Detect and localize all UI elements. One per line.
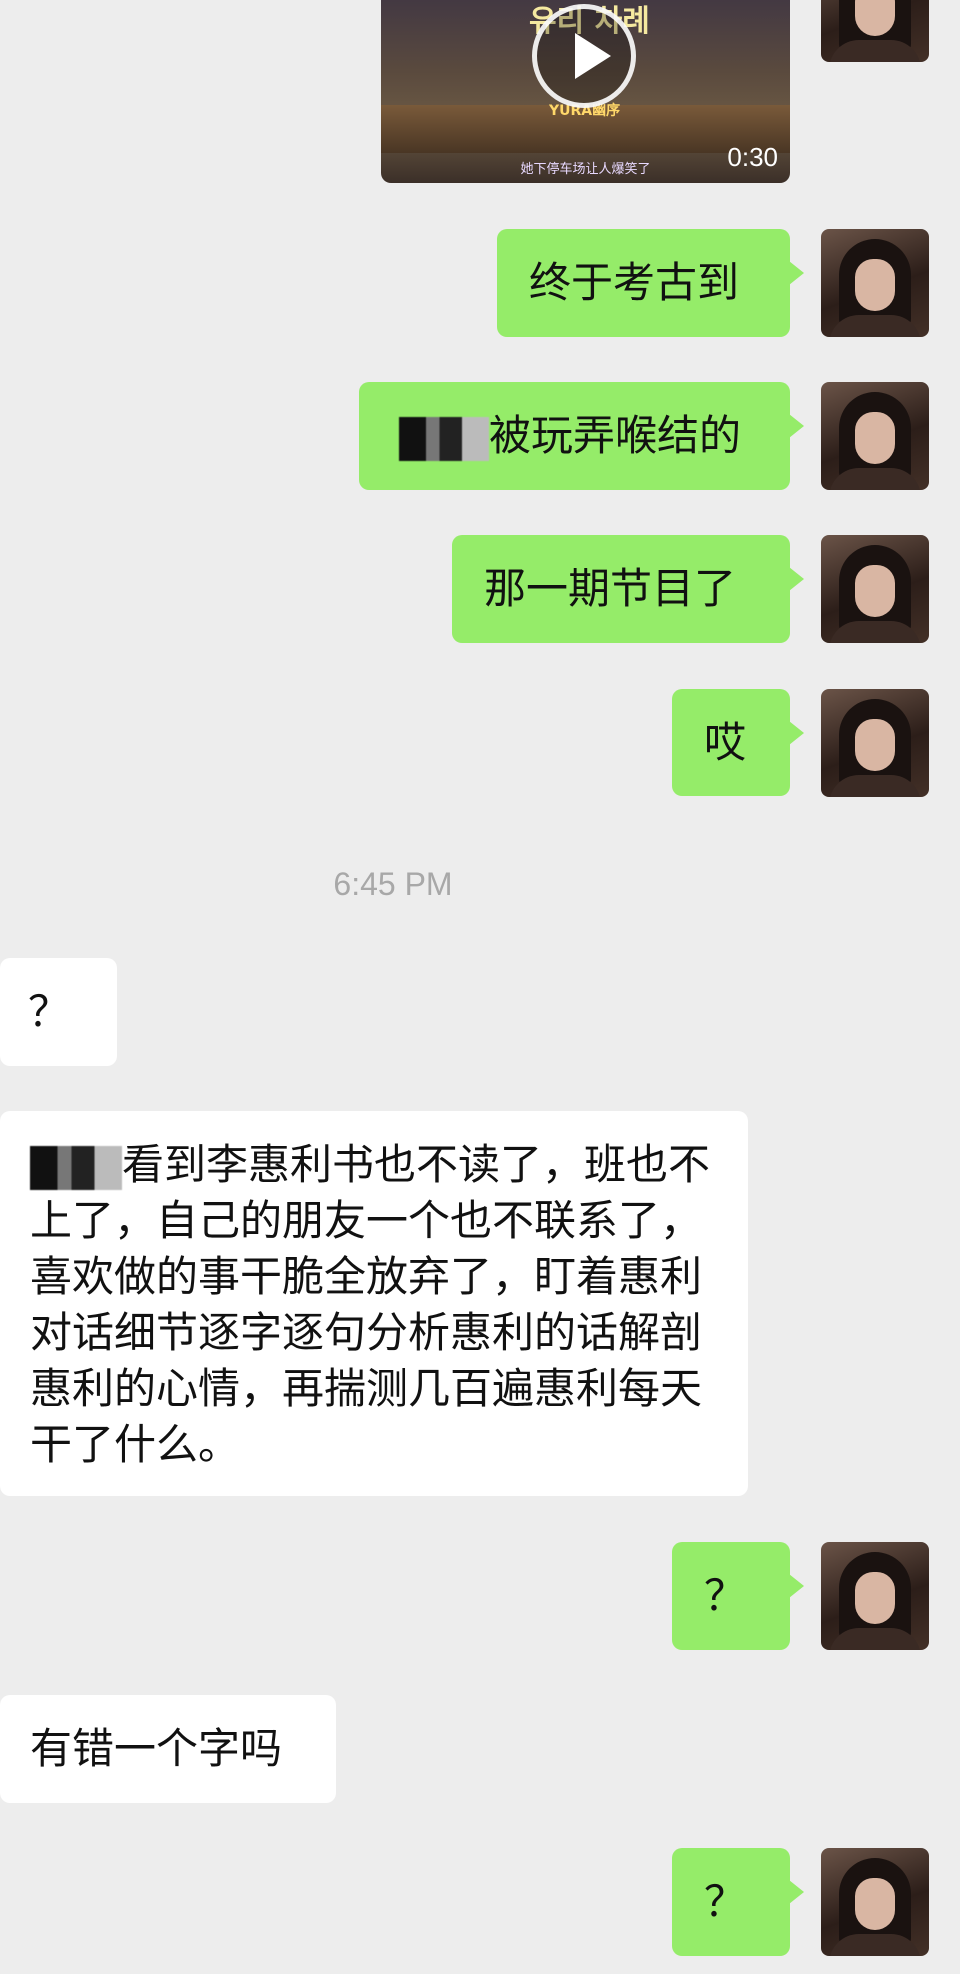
message-text: ？ xyxy=(28,987,71,1036)
my-avatar[interactable] xyxy=(821,689,929,797)
timestamp: 6:45 PM xyxy=(333,866,453,902)
message-bubble[interactable]: 有错一个字吗 xyxy=(0,1695,336,1803)
message-bubble[interactable]: 终于考古到 xyxy=(497,229,804,337)
message-text: 有错一个字吗 xyxy=(30,1724,283,1773)
message-text: 那一期节目了 xyxy=(484,564,737,613)
message-bubble[interactable]: 被玩弄喉结的 xyxy=(359,382,804,490)
my-avatar[interactable] xyxy=(821,229,929,337)
message-text: 终于考古到 xyxy=(529,258,740,307)
message-bubble[interactable]: ？ xyxy=(672,1848,804,1956)
redacted-name xyxy=(399,416,489,461)
message-bubble[interactable]: ？ xyxy=(0,958,117,1066)
my-avatar[interactable] xyxy=(821,535,929,643)
message-text: ？ xyxy=(704,1571,747,1620)
message-text: 被玩弄喉结的 xyxy=(489,411,742,460)
video-message[interactable]: 유리 차례 YURA幽序 她下停车场让人爆笑了 0:30 xyxy=(381,0,790,183)
my-avatar[interactable] xyxy=(821,0,929,62)
message-text: 哎 xyxy=(704,718,747,767)
message-bubble[interactable]: 哎 xyxy=(672,689,804,796)
message-bubble[interactable]: 那一期节目了 xyxy=(452,535,804,643)
message-text: 看到李惠利书也不读了，班也不上了，自己的朋友一个也不联系了，喜欢做的事干脆全放弃… xyxy=(30,1140,711,1469)
my-avatar[interactable] xyxy=(821,1542,929,1650)
message-text: ？ xyxy=(704,1877,747,1926)
my-avatar[interactable] xyxy=(821,382,929,490)
message-bubble[interactable]: ？ xyxy=(672,1542,804,1650)
message-bubble[interactable]: 看到李惠利书也不读了，班也不上了，自己的朋友一个也不联系了，喜欢做的事干脆全放弃… xyxy=(0,1111,748,1496)
my-avatar[interactable] xyxy=(821,1848,929,1956)
video-duration: 0:30 xyxy=(727,142,778,172)
play-icon[interactable] xyxy=(532,4,636,108)
redacted-name xyxy=(30,1145,122,1190)
